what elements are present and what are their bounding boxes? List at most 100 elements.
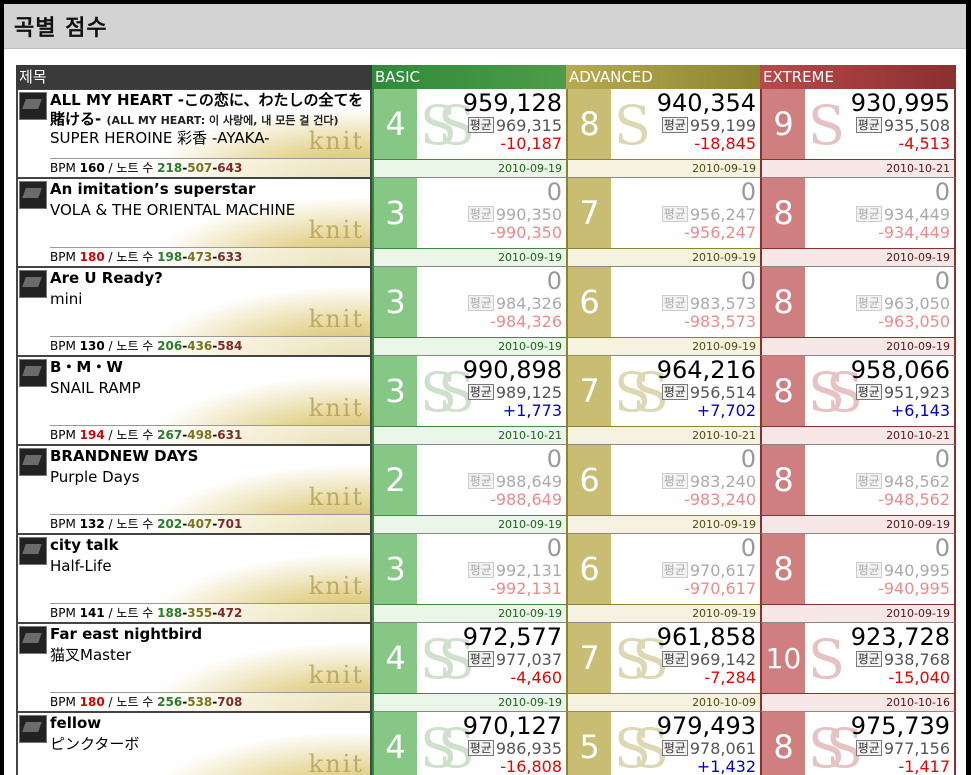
- song-title-block[interactable]: B・M・W: [50, 358, 366, 377]
- average-label: 평균: [467, 384, 494, 400]
- difficulty-cell-basic[interactable]: 3 0 평균 990,350 -990,350 2010-09-19: [372, 178, 566, 267]
- difficulty-cell-advanced[interactable]: 5 SS 979,493 평균 978,061 +1,432: [566, 712, 760, 775]
- jacket-thumbnail[interactable]: [19, 359, 47, 387]
- play-date: 2010-09-19: [568, 159, 760, 177]
- average-value: 935,508: [883, 116, 950, 135]
- song-title-block[interactable]: ALL MY HEART -この恋に、わたしの全てを賭ける- (ALL MY H…: [50, 91, 366, 130]
- table-header: 제목 BASIC ADVANCED EXTREME: [16, 65, 958, 89]
- play-date: 2010-09-19: [374, 248, 566, 266]
- notes-label: 노트 수: [116, 517, 154, 531]
- column-header-extreme[interactable]: EXTREME: [760, 65, 956, 89]
- table-row: knit fellow ピンクターボ BPM / 노트 수 -- 4 SS 97…: [16, 712, 958, 775]
- average-value: 969,142: [689, 650, 756, 669]
- difficulty-level: 7: [568, 178, 611, 249]
- average-value: 963,050: [883, 294, 950, 313]
- column-header-advanced[interactable]: ADVANCED: [566, 65, 760, 89]
- difficulty-cell-extreme[interactable]: 8 0 평균 948,562 -948,562 2010-09-19: [760, 445, 956, 534]
- difficulty-cell-advanced[interactable]: 7 SS 964,216 평균 956,514 +7,702 2010-10-21: [566, 356, 760, 445]
- play-date: 2010-10-16: [762, 693, 954, 711]
- song-cell[interactable]: knit BRANDNEW DAYS Purple Days BPM 132 /…: [16, 445, 372, 534]
- score-value: 940,354: [656, 89, 756, 117]
- difficulty-cell-advanced[interactable]: 7 SS 961,858 평균 969,142 -7,284 2010-10-09: [566, 623, 760, 712]
- difficulty-cell-extreme[interactable]: 9 S 930,995 평균 935,508 -4,513 2010-10-21: [760, 89, 956, 178]
- average-line: 평균 989,125: [467, 383, 562, 402]
- score-difference: -10,187: [500, 134, 562, 153]
- difficulty-cell-advanced[interactable]: 6 0 평균 970,617 -970,617 2010-09-19: [566, 534, 760, 623]
- score-difference: -970,617: [684, 579, 756, 598]
- average-label: 평균: [661, 384, 688, 400]
- rank-badge: SS: [420, 628, 475, 691]
- score-value: 0: [934, 445, 950, 473]
- score-difference: -1,417: [898, 757, 950, 775]
- table-row: knit An imitation’s superstar VOLA & THE…: [16, 178, 958, 267]
- score-difference: -16,808: [500, 757, 562, 775]
- average-label: 평균: [661, 295, 688, 311]
- difficulty-cell-extreme[interactable]: 8 SS 975,739 평균 977,156 -1,417: [760, 712, 956, 775]
- average-line: 평균 956,514: [661, 383, 756, 402]
- score-difference: -940,995: [878, 579, 950, 598]
- rank-badge: S: [614, 94, 651, 157]
- song-cell[interactable]: knit fellow ピンクターボ BPM / 노트 수 --: [16, 712, 372, 775]
- difficulty-level: 6: [568, 534, 611, 605]
- jacket-thumbnail[interactable]: [19, 715, 47, 743]
- difficulty-cell-advanced[interactable]: 8 S 940,354 평균 959,199 -18,845 2010-09-19: [566, 89, 760, 178]
- song-title-block[interactable]: fellow: [50, 714, 366, 733]
- difficulty-cell-extreme[interactable]: 8 0 평균 963,050 -963,050 2010-09-19: [760, 267, 956, 356]
- difficulty-cell-extreme[interactable]: 10 S 923,728 평균 938,768 -15,040 2010-10-1…: [760, 623, 956, 712]
- song-cell[interactable]: knit ALL MY HEART -この恋に、わたしの全てを賭ける- (ALL…: [16, 89, 372, 178]
- song-title-block[interactable]: Are U Ready?: [50, 269, 366, 288]
- table-row: knit Are U Ready? mini BPM 130 / 노트 수 20…: [16, 267, 958, 356]
- jacket-thumbnail[interactable]: [19, 626, 47, 654]
- knit-watermark: knit: [308, 216, 364, 244]
- song-cell[interactable]: knit city talk Half-Life BPM 141 / 노트 수 …: [16, 534, 372, 623]
- jacket-thumbnail[interactable]: [19, 537, 47, 565]
- difficulty-cell-basic[interactable]: 4 SS 972,577 평균 977,037 -4,460 2010-09-19: [372, 623, 566, 712]
- song-title-block[interactable]: city talk: [50, 536, 366, 555]
- play-date: 2010-10-21: [762, 426, 954, 444]
- table-row: knit city talk Half-Life BPM 141 / 노트 수 …: [16, 534, 958, 623]
- score-value: 923,728: [850, 623, 950, 651]
- bpm-label: BPM: [50, 606, 76, 620]
- song-title-block[interactable]: Far east nightbird: [50, 625, 366, 644]
- difficulty-cell-extreme[interactable]: 8 0 평균 934,449 -934,449 2010-09-19: [760, 178, 956, 267]
- difficulty-cell-basic[interactable]: 3 0 평균 992,131 -992,131 2010-09-19: [372, 534, 566, 623]
- play-date: 2010-10-21: [374, 426, 566, 444]
- notes-advanced: 498: [187, 428, 213, 442]
- knit-watermark: knit: [308, 305, 364, 333]
- song-cell[interactable]: knit Far east nightbird 猫叉Master BPM 180…: [16, 623, 372, 712]
- average-line: 평균 986,935: [467, 739, 562, 758]
- notes-advanced: 436: [187, 339, 213, 353]
- difficulty-cell-advanced[interactable]: 6 0 평균 983,573 -983,573 2010-09-19: [566, 267, 760, 356]
- difficulty-cell-advanced[interactable]: 6 0 평균 983,240 -983,240 2010-09-19: [566, 445, 760, 534]
- song-meta: BPM 180 / 노트 수 198-473-633: [50, 247, 370, 266]
- difficulty-cell-extreme[interactable]: 8 SS 958,066 평균 951,923 +6,143 2010-10-21: [760, 356, 956, 445]
- average-label: 평균: [661, 117, 688, 133]
- difficulty-cell-basic[interactable]: 2 0 평균 988,649 -988,649 2010-09-19: [372, 445, 566, 534]
- song-cell[interactable]: knit B・M・W SNAIL RAMP BPM 194 / 노트 수 267…: [16, 356, 372, 445]
- difficulty-cell-basic[interactable]: 3 0 평균 984,326 -984,326 2010-09-19: [372, 267, 566, 356]
- difficulty-cell-basic[interactable]: 4 SS 959,128 평균 969,315 -10,187 2010-09-1…: [372, 89, 566, 178]
- jacket-thumbnail[interactable]: [19, 448, 47, 476]
- jacket-thumbnail[interactable]: [19, 181, 47, 209]
- difficulty-cell-extreme[interactable]: 8 0 평균 940,995 -940,995 2010-09-19: [760, 534, 956, 623]
- notes-extreme: 584: [217, 339, 243, 353]
- jacket-thumbnail[interactable]: [19, 270, 47, 298]
- average-label: 평균: [467, 740, 494, 756]
- score-difference: +6,143: [890, 401, 950, 420]
- difficulty-cell-basic[interactable]: 4 SS 970,127 평균 986,935 -16,808: [372, 712, 566, 775]
- score-value: 0: [934, 267, 950, 295]
- song-cell[interactable]: knit An imitation’s superstar VOLA & THE…: [16, 178, 372, 267]
- rank-badge: SS: [420, 361, 475, 424]
- jacket-thumbnail[interactable]: [19, 92, 47, 120]
- average-value: 992,131: [495, 561, 562, 580]
- difficulty-cell-advanced[interactable]: 7 0 평균 956,247 -956,247 2010-09-19: [566, 178, 760, 267]
- average-value: 986,935: [495, 739, 562, 758]
- notes-extreme: 633: [217, 250, 243, 264]
- song-title-block[interactable]: An imitation’s superstar: [50, 180, 366, 199]
- difficulty-cell-basic[interactable]: 3 SS 990,898 평균 989,125 +1,773 2010-10-21: [372, 356, 566, 445]
- column-header-title[interactable]: 제목: [16, 65, 372, 89]
- column-header-basic[interactable]: BASIC: [372, 65, 566, 89]
- song-cell[interactable]: knit Are U Ready? mini BPM 130 / 노트 수 20…: [16, 267, 372, 356]
- play-date: 2010-10-09: [568, 693, 760, 711]
- song-title-block[interactable]: BRANDNEW DAYS: [50, 447, 366, 466]
